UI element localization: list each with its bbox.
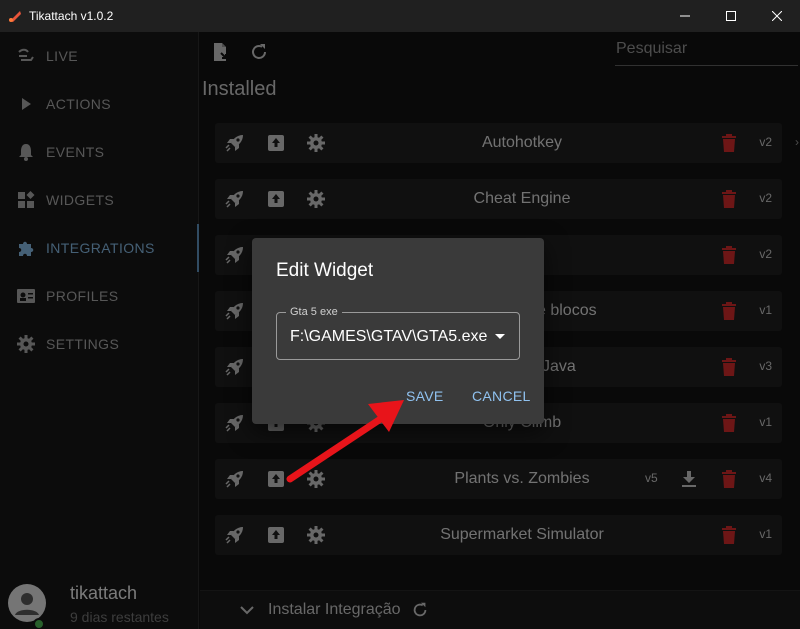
- minimize-button[interactable]: [662, 0, 708, 32]
- maximize-icon: [726, 11, 736, 21]
- close-window-button[interactable]: [754, 0, 800, 32]
- gta5-exe-select[interactable]: Gta 5 exe F:\GAMES\GTAV\GTA5.exe: [276, 306, 520, 360]
- title-bar: Tikattach v1.0.2: [0, 0, 800, 32]
- field-value: F:\GAMES\GTAV\GTA5.exe: [290, 328, 488, 345]
- dialog-title: Edit Widget: [276, 260, 374, 281]
- window-title: Tikattach v1.0.2: [29, 9, 114, 23]
- maximize-button[interactable]: [708, 0, 754, 32]
- close-icon: [772, 11, 782, 21]
- minimize-icon: [680, 15, 690, 17]
- app-logo-icon: [8, 9, 22, 23]
- field-label: Gta 5 exe: [286, 306, 342, 318]
- cancel-button[interactable]: CANCEL: [472, 388, 531, 404]
- dropdown-caret-icon: [495, 334, 505, 339]
- save-button[interactable]: SAVE: [406, 388, 444, 404]
- edit-widget-dialog: Edit Widget Gta 5 exe F:\GAMES\GTAV\GTA5…: [252, 238, 544, 424]
